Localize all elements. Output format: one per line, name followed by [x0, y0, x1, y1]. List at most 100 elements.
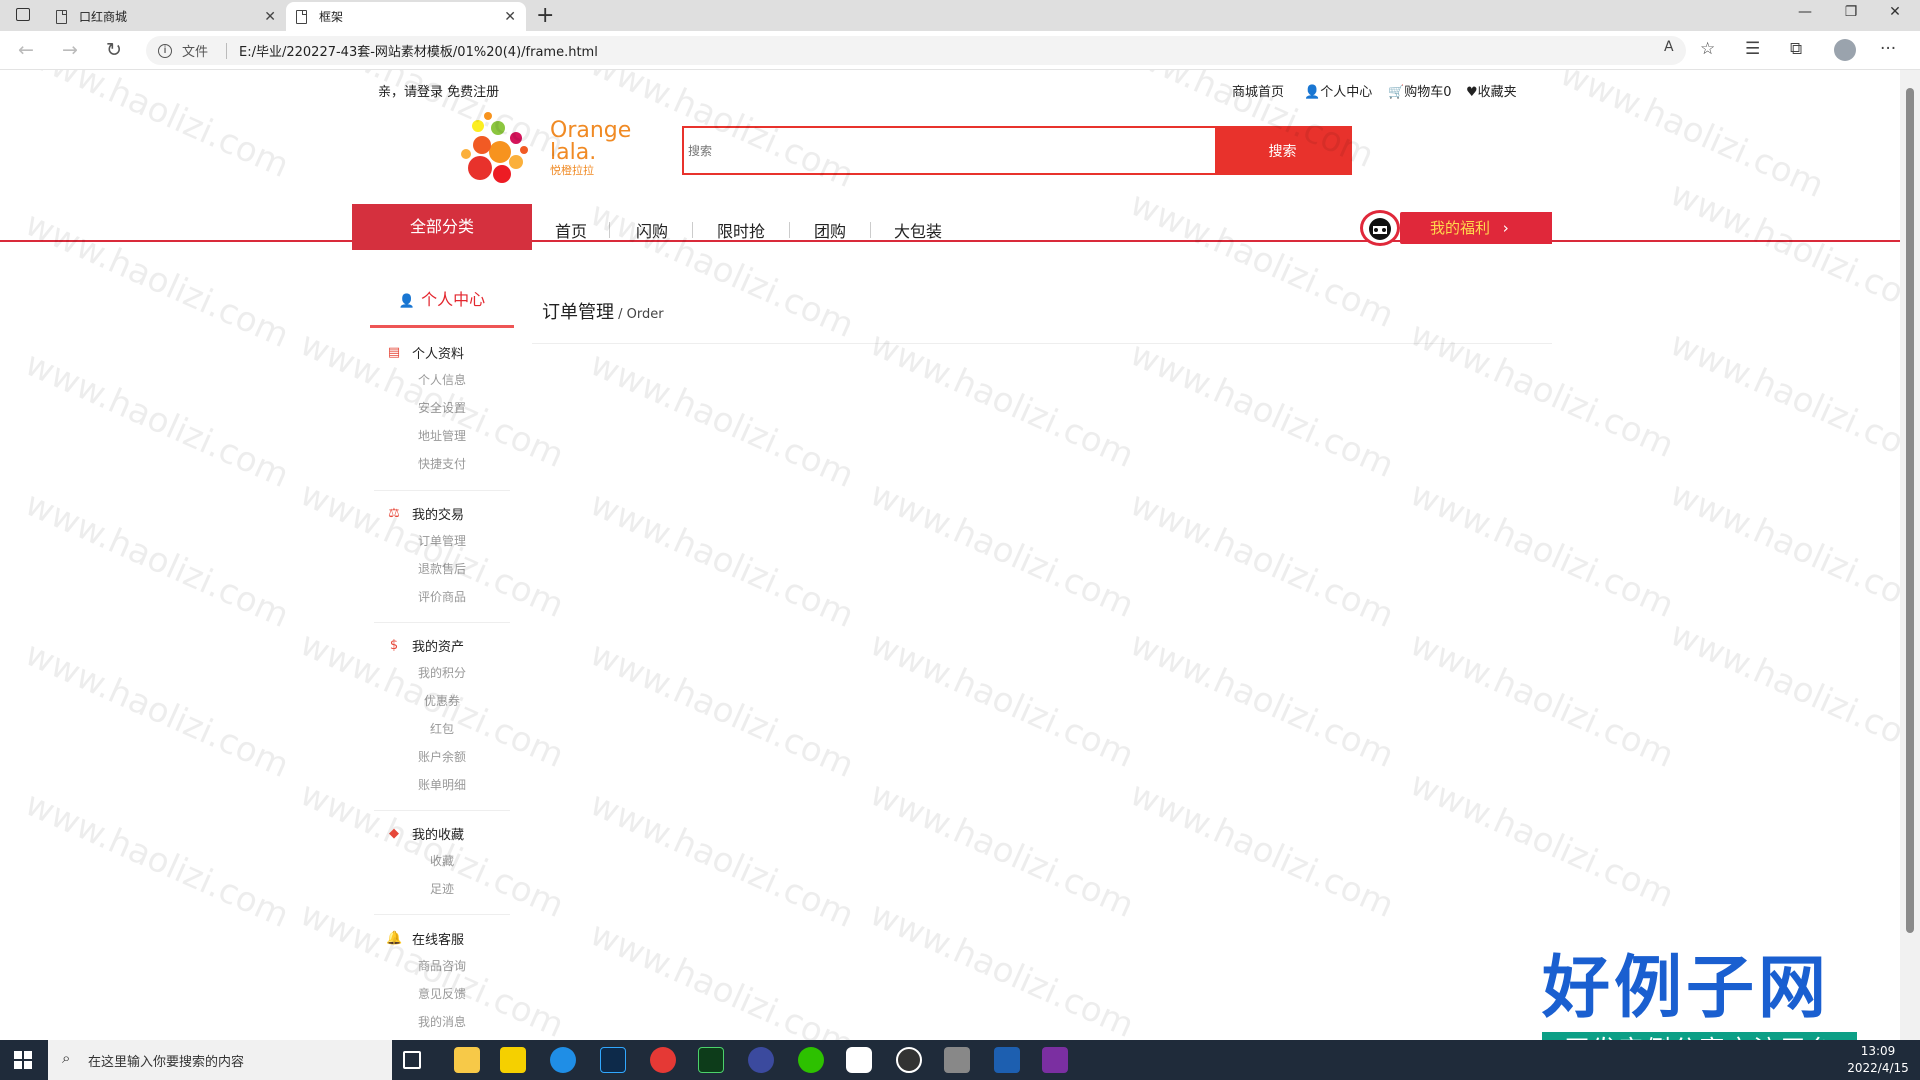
nav-limited-time[interactable]: 限时抢: [717, 218, 765, 242]
group-title: 🔔 在线客服: [362, 924, 522, 952]
editor-icon[interactable]: [994, 1047, 1020, 1073]
mall-home-link[interactable]: 商城首页: [1232, 81, 1284, 100]
sidebar-item-refund[interactable]: 退款售后: [362, 555, 522, 583]
favorites-link[interactable]: ♥收藏夹: [1466, 81, 1517, 100]
refresh-icon[interactable]: ↻: [106, 39, 122, 61]
all-categories-button[interactable]: 全部分类: [352, 204, 532, 250]
page-title-text: 订单管理: [542, 302, 614, 323]
close-tab-icon[interactable]: ✕: [264, 9, 276, 25]
user-center-sidebar: 👤 个人中心 ▤ 个人资料 个人信息 安全设置 地址管理 快捷支付 ⚖ 我的交易 订单…: [362, 278, 522, 1040]
login-link[interactable]: 亲，请登录 免费注册: [378, 81, 499, 100]
favorite-star-icon[interactable]: ☆: [1700, 39, 1715, 59]
my-welfare-button[interactable]: 我的福利 ›: [1400, 212, 1552, 244]
info-icon[interactable]: i: [158, 43, 172, 58]
tools-icon[interactable]: [944, 1047, 970, 1073]
sidebar-item-footprint[interactable]: 足迹: [362, 875, 522, 903]
music-icon[interactable]: [896, 1047, 922, 1073]
read-aloud-icon[interactable]: A: [1664, 39, 1674, 55]
nav-big-pack[interactable]: 大包装: [894, 218, 942, 242]
sidebar-item-bills[interactable]: 账单明细: [362, 771, 522, 799]
divider: [609, 222, 610, 238]
sidebar-item-orders[interactable]: 订单管理: [362, 527, 522, 555]
cart-link[interactable]: 🛒购物车0: [1388, 81, 1451, 100]
photoshop-icon[interactable]: [600, 1047, 626, 1073]
app-icon[interactable]: [846, 1047, 872, 1073]
sidebar-item-review[interactable]: 评价商品: [362, 583, 522, 611]
dreamweaver-icon[interactable]: [698, 1047, 724, 1073]
scrollbar-thumb[interactable]: [1906, 88, 1914, 933]
close-window-icon[interactable]: ✕: [1880, 4, 1910, 20]
sidebar-item-collection[interactable]: 收藏: [362, 847, 522, 875]
profile-icon[interactable]: [1834, 39, 1856, 61]
sidebar-item-balance[interactable]: 账户余额: [362, 743, 522, 771]
clock-date: 2022/4/15: [1847, 1061, 1909, 1075]
watermark: www.haolizi.com: [1664, 323, 1900, 477]
task-view-icon[interactable]: [403, 1051, 421, 1069]
sidebar-item-coupons[interactable]: 优惠券: [362, 687, 522, 715]
browser-tab-bar: 口红商城 ✕ 框架 ✕ + — ❐ ✕: [0, 0, 1920, 31]
forward-icon[interactable]: →: [62, 39, 78, 61]
watermark: www.haolizi.com: [19, 783, 295, 937]
browser-tab-frame[interactable]: 框架 ✕: [286, 2, 526, 31]
nav-flash-sale[interactable]: 闪购: [636, 218, 668, 242]
eclipse-icon[interactable]: [748, 1047, 774, 1073]
chrome-icon[interactable]: [650, 1047, 676, 1073]
system-clock[interactable]: 13:09 2022/4/15: [1836, 1043, 1920, 1077]
sidebar-item-security[interactable]: 安全设置: [362, 394, 522, 422]
search-input[interactable]: [684, 128, 1215, 173]
sticky-notes-icon[interactable]: [500, 1047, 526, 1073]
divider: [374, 490, 510, 491]
link-label: 个人中心: [1320, 85, 1373, 100]
url-text[interactable]: E:/毕业/220227-43套-网站素材模板/01%20(4)/frame.h…: [239, 41, 598, 60]
welfare-label: 我的福利: [1430, 219, 1491, 237]
collections-icon[interactable]: ⧉: [1790, 39, 1802, 59]
logo-line2: lala.: [550, 140, 597, 165]
watermark: www.haolizi.com: [19, 633, 295, 787]
group-title: $ 我的资产: [362, 631, 522, 659]
nav-group-buy[interactable]: 团购: [814, 218, 846, 242]
sidebar-item-personal-info[interactable]: 个人信息: [362, 366, 522, 394]
sidebar-item-red-packet[interactable]: 红包: [362, 715, 522, 743]
page-icon: [56, 9, 67, 24]
divider: [374, 914, 510, 915]
taskbar-search-input[interactable]: ⌕ 在这里输入你要搜索的内容: [48, 1040, 392, 1080]
group-title: ⚖ 我的交易: [362, 499, 522, 527]
user-center-link[interactable]: 👤个人中心: [1304, 81, 1372, 100]
search-button[interactable]: 搜索: [1215, 128, 1350, 173]
minimize-icon[interactable]: —: [1790, 4, 1820, 20]
page-title: 订单管理 / Order: [532, 278, 1552, 344]
tags-icon: ◆: [389, 825, 399, 841]
back-icon[interactable]: ←: [18, 39, 34, 61]
nav-home[interactable]: 首页: [555, 218, 587, 242]
sidebar-item-points[interactable]: 我的积分: [362, 659, 522, 687]
sidebar-item-messages[interactable]: 我的消息: [362, 1008, 522, 1036]
new-tab-icon[interactable]: +: [536, 3, 554, 28]
address-toolbar: ← → ↻ i 文件 E:/毕业/220227-43套-网站素材模板/01%20…: [0, 31, 1920, 70]
bell-icon: 🔔: [386, 930, 403, 946]
windows-start-icon[interactable]: [14, 1051, 32, 1069]
more-icon[interactable]: ···: [1880, 39, 1896, 59]
file-explorer-icon[interactable]: [454, 1047, 480, 1073]
sidebar-item-consult[interactable]: 商品咨询: [362, 952, 522, 980]
edge-icon[interactable]: [550, 1047, 576, 1073]
restore-icon[interactable]: ❐: [1836, 4, 1866, 20]
page-scrollbar[interactable]: [1900, 70, 1920, 1040]
sidebar-item-feedback[interactable]: 意见反馈: [362, 980, 522, 1008]
address-bar[interactable]: i 文件 E:/毕业/220227-43套-网站素材模板/01%20(4)/fr…: [146, 36, 1686, 65]
sidebar-item-address[interactable]: 地址管理: [362, 422, 522, 450]
web-page: 亲，请登录 免费注册 商城首页 👤个人中心 🛒购物车0 ♥收藏夹 Orange …: [0, 70, 1900, 1040]
wechat-icon[interactable]: [798, 1047, 824, 1073]
archive-icon[interactable]: [1042, 1047, 1068, 1073]
close-tab-icon[interactable]: ✕: [504, 9, 516, 25]
browser-tab-shop[interactable]: 口红商城 ✕: [46, 2, 286, 31]
sidebar-item-quick-pay[interactable]: 快捷支付: [362, 450, 522, 478]
site-logo[interactable]: Orange lala. 悦橙拉拉: [458, 110, 638, 188]
favorites-icon[interactable]: ☰: [1745, 39, 1760, 59]
link-label: 购物车0: [1404, 85, 1452, 100]
tab-actions-icon[interactable]: [16, 8, 30, 21]
page-icon: [296, 9, 307, 24]
watermark: www.haolizi.com: [19, 343, 295, 497]
search-icon: ⌕: [62, 1049, 71, 1067]
divider: [692, 222, 693, 238]
scale-icon: ⚖: [388, 505, 400, 521]
